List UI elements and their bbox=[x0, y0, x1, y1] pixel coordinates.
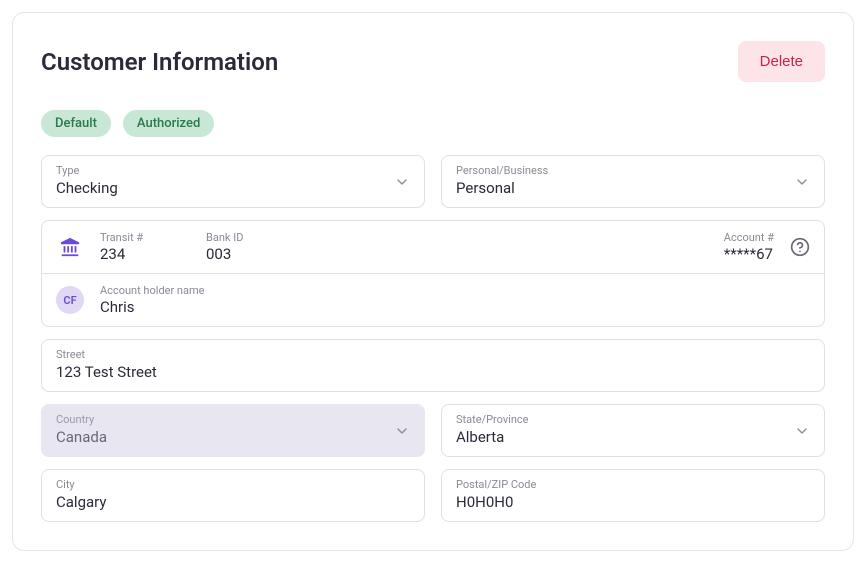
account-label: Account # bbox=[724, 231, 774, 244]
city-field[interactable]: City Calgary bbox=[41, 469, 425, 522]
type-value: Checking bbox=[56, 179, 410, 197]
chevron-down-icon bbox=[794, 174, 810, 190]
postal-value: H0H0H0 bbox=[456, 493, 810, 511]
postal-field[interactable]: Postal/ZIP Code H0H0H0 bbox=[441, 469, 825, 522]
chevron-down-icon bbox=[394, 423, 410, 439]
transit-field[interactable]: Transit # 234 bbox=[100, 231, 190, 263]
city-label: City bbox=[56, 478, 410, 491]
account-field[interactable]: Account # *****67 bbox=[724, 231, 774, 263]
type-label: Type bbox=[56, 164, 410, 177]
personal-business-select[interactable]: Personal/Business Personal bbox=[441, 155, 825, 208]
avatar: CF bbox=[56, 286, 84, 314]
type-select[interactable]: Type Checking bbox=[41, 155, 425, 208]
country-label: Country bbox=[56, 413, 410, 426]
holder-label: Account holder name bbox=[100, 284, 810, 297]
authorized-badge: Authorized bbox=[123, 110, 214, 137]
holder-field[interactable]: Account holder name Chris bbox=[100, 284, 810, 316]
card-header: Customer Information Delete bbox=[41, 41, 825, 82]
delete-button[interactable]: Delete bbox=[738, 41, 825, 82]
state-value: Alberta bbox=[456, 428, 810, 446]
city-value: Calgary bbox=[56, 493, 410, 511]
holder-value: Chris bbox=[100, 298, 810, 316]
default-badge: Default bbox=[41, 110, 111, 137]
account-value: *****67 bbox=[724, 245, 774, 263]
page-title: Customer Information bbox=[41, 48, 278, 76]
chevron-down-icon bbox=[794, 423, 810, 439]
account-holder-row: CF Account holder name Chris bbox=[42, 273, 824, 326]
postal-label: Postal/ZIP Code bbox=[456, 478, 810, 491]
personal-business-value: Personal bbox=[456, 179, 810, 197]
customer-info-card: Customer Information Delete Default Auth… bbox=[12, 12, 854, 551]
street-value: 123 Test Street bbox=[56, 363, 810, 381]
transit-label: Transit # bbox=[100, 231, 190, 244]
street-label: Street bbox=[56, 348, 810, 361]
personal-business-label: Personal/Business bbox=[456, 164, 810, 177]
state-select[interactable]: State/Province Alberta bbox=[441, 404, 825, 457]
bank-id-field[interactable]: Bank ID 003 bbox=[206, 231, 326, 263]
bank-icon bbox=[56, 233, 84, 261]
bank-numbers-row: Transit # 234 Bank ID 003 Account # ****… bbox=[42, 221, 824, 273]
state-label: State/Province bbox=[456, 413, 810, 426]
status-badges: Default Authorized bbox=[41, 110, 825, 137]
bank-id-value: 003 bbox=[206, 245, 326, 263]
country-value: Canada bbox=[56, 428, 410, 446]
bank-id-label: Bank ID bbox=[206, 231, 326, 244]
country-select: Country Canada bbox=[41, 404, 425, 457]
help-icon[interactable] bbox=[790, 237, 810, 257]
transit-value: 234 bbox=[100, 245, 190, 263]
street-field[interactable]: Street 123 Test Street bbox=[41, 339, 825, 392]
chevron-down-icon bbox=[394, 174, 410, 190]
bank-details-group: Transit # 234 Bank ID 003 Account # ****… bbox=[41, 220, 825, 327]
